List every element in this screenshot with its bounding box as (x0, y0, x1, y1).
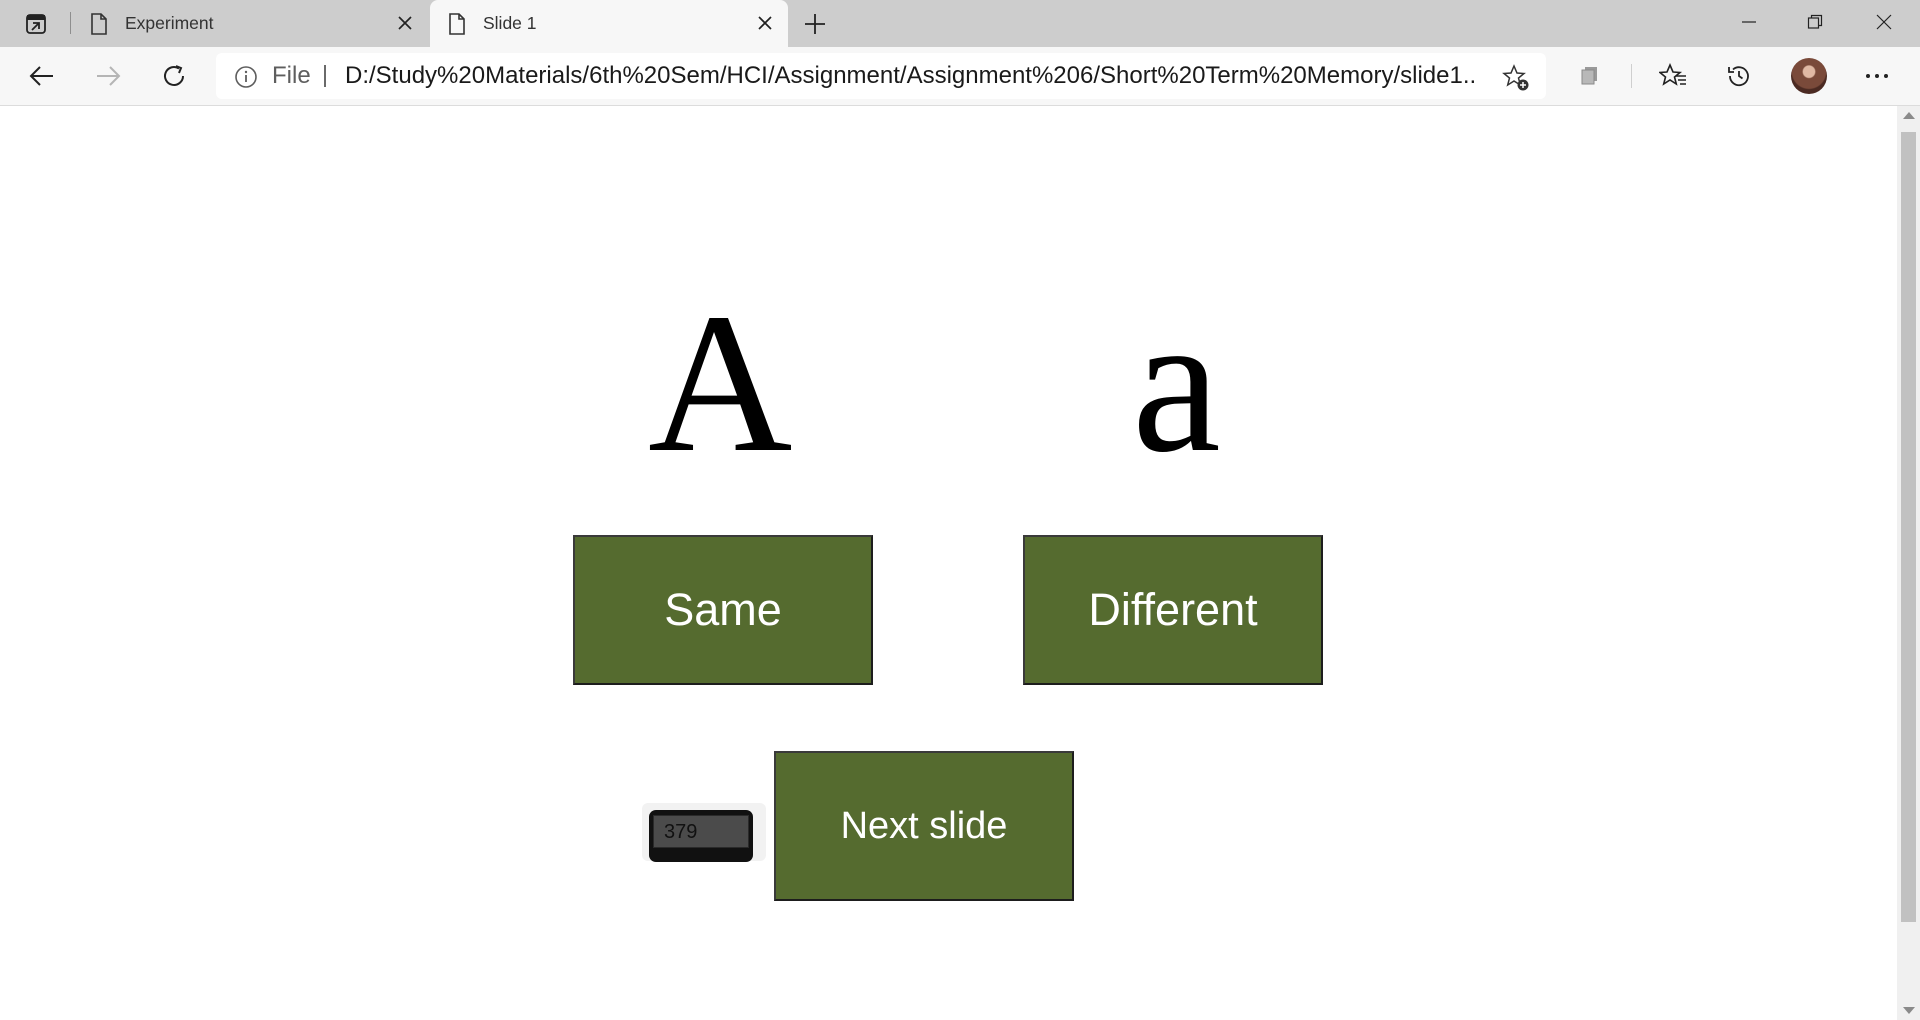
back-arrow-icon[interactable] (22, 56, 62, 96)
timer-display: 379 (642, 803, 766, 862)
info-icon[interactable] (234, 65, 258, 89)
right-letter: a (1132, 273, 1221, 494)
refresh-icon[interactable] (154, 56, 194, 96)
different-button[interactable]: Different (1023, 535, 1323, 685)
tab-separator (70, 12, 71, 34)
page-icon (446, 12, 468, 36)
timer-value: 379 (653, 815, 749, 848)
browser-toolbar: File D:/Study%20Materials/6th%20Sem/HCI/… (0, 47, 1920, 106)
star-plus-icon[interactable] (1502, 64, 1530, 92)
plus-icon[interactable] (800, 9, 830, 39)
page-icon (88, 12, 110, 36)
address-divider (324, 65, 326, 87)
more-icon[interactable] (1857, 56, 1897, 96)
minimize-icon[interactable] (1717, 0, 1781, 44)
toolbar-separator (1631, 64, 1632, 88)
left-letter: A (648, 273, 793, 494)
tab-slide-1[interactable]: Slide 1 (430, 0, 788, 47)
scroll-down-icon[interactable] (1903, 1007, 1915, 1014)
tab-title: Experiment (125, 13, 214, 33)
tab-actions-icon[interactable] (14, 8, 58, 39)
tab-title: Slide 1 (483, 13, 537, 33)
history-icon[interactable] (1719, 56, 1759, 96)
close-icon[interactable] (394, 12, 416, 34)
timer-frame: 379 (649, 810, 753, 862)
tab-strip: Experiment Slide 1 (0, 0, 1920, 47)
scheme-label: File (272, 62, 311, 89)
restore-icon[interactable] (1783, 0, 1847, 44)
slide-page: A a Same Different 379 Next slide (0, 106, 1897, 1020)
same-button[interactable]: Same (573, 535, 873, 685)
address-bar[interactable]: File D:/Study%20Materials/6th%20Sem/HCI/… (216, 53, 1546, 99)
avatar[interactable] (1791, 58, 1827, 94)
tab-experiment[interactable]: Experiment (72, 0, 428, 47)
next-slide-button[interactable]: Next slide (774, 751, 1074, 901)
scroll-thumb[interactable] (1901, 132, 1916, 922)
url-text[interactable]: D:/Study%20Materials/6th%20Sem/HCI/Assig… (345, 53, 1475, 99)
scroll-up-icon[interactable] (1903, 112, 1915, 119)
favorites-icon[interactable] (1653, 56, 1693, 96)
collections-icon[interactable] (1569, 56, 1609, 96)
close-icon[interactable] (754, 12, 776, 34)
window-close-icon[interactable] (1852, 0, 1916, 44)
forward-arrow-icon[interactable] (88, 56, 128, 96)
vertical-scrollbar[interactable] (1897, 106, 1920, 1020)
